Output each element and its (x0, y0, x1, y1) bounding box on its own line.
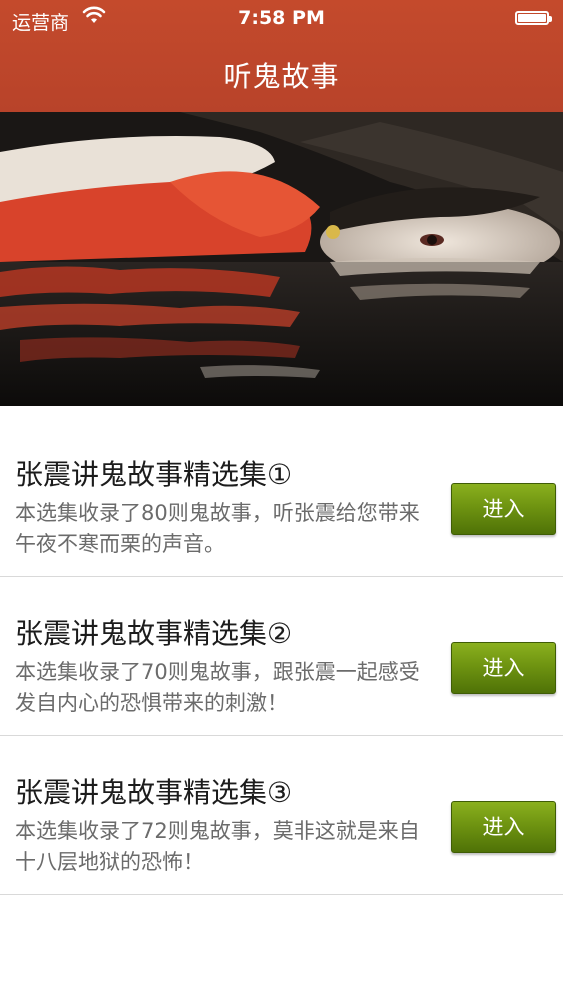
enter-button[interactable]: 进入 (451, 642, 556, 694)
list-item[interactable]: 张震讲鬼故事精选集② 本选集收录了70则鬼故事，跟张震一起感受发自内心的恐惧带来… (0, 578, 563, 736)
collection-title: 张震讲鬼故事精选集② (15, 617, 293, 650)
collection-description: 本选集收录了70则鬼故事，跟张震一起感受发自内心的恐惧带来的刺激！ (15, 660, 420, 715)
collection-title: 张震讲鬼故事精选集① (15, 458, 293, 491)
status-bar: 运营商 7:58 PM (0, 0, 563, 36)
collection-description: 本选集收录了72则鬼故事，莫非这就是来自十八层地狱的恐怖！ (15, 819, 420, 874)
navigation-bar: 运营商 7:58 PM 听鬼故事 (0, 0, 563, 112)
clock: 7:58 PM (238, 7, 325, 29)
enter-button[interactable]: 进入 (451, 483, 556, 535)
collection-title: 张震讲鬼故事精选集③ (15, 776, 293, 809)
enter-button[interactable]: 进入 (451, 801, 556, 853)
banner-image (0, 112, 563, 406)
list-item[interactable]: 张震讲鬼故事精选集③ 本选集收录了72则鬼故事，莫非这就是来自十八层地狱的恐怖！… (0, 737, 563, 895)
list-item[interactable]: 张震讲鬼故事精选集① 本选集收录了80则鬼故事，听张震给您带来午夜不寒而栗的声音… (0, 419, 563, 577)
page-title: 听鬼故事 (223, 60, 340, 93)
battery-icon (515, 11, 552, 25)
collection-description: 本选集收录了80则鬼故事，听张震给您带来午夜不寒而栗的声音。 (15, 501, 420, 556)
